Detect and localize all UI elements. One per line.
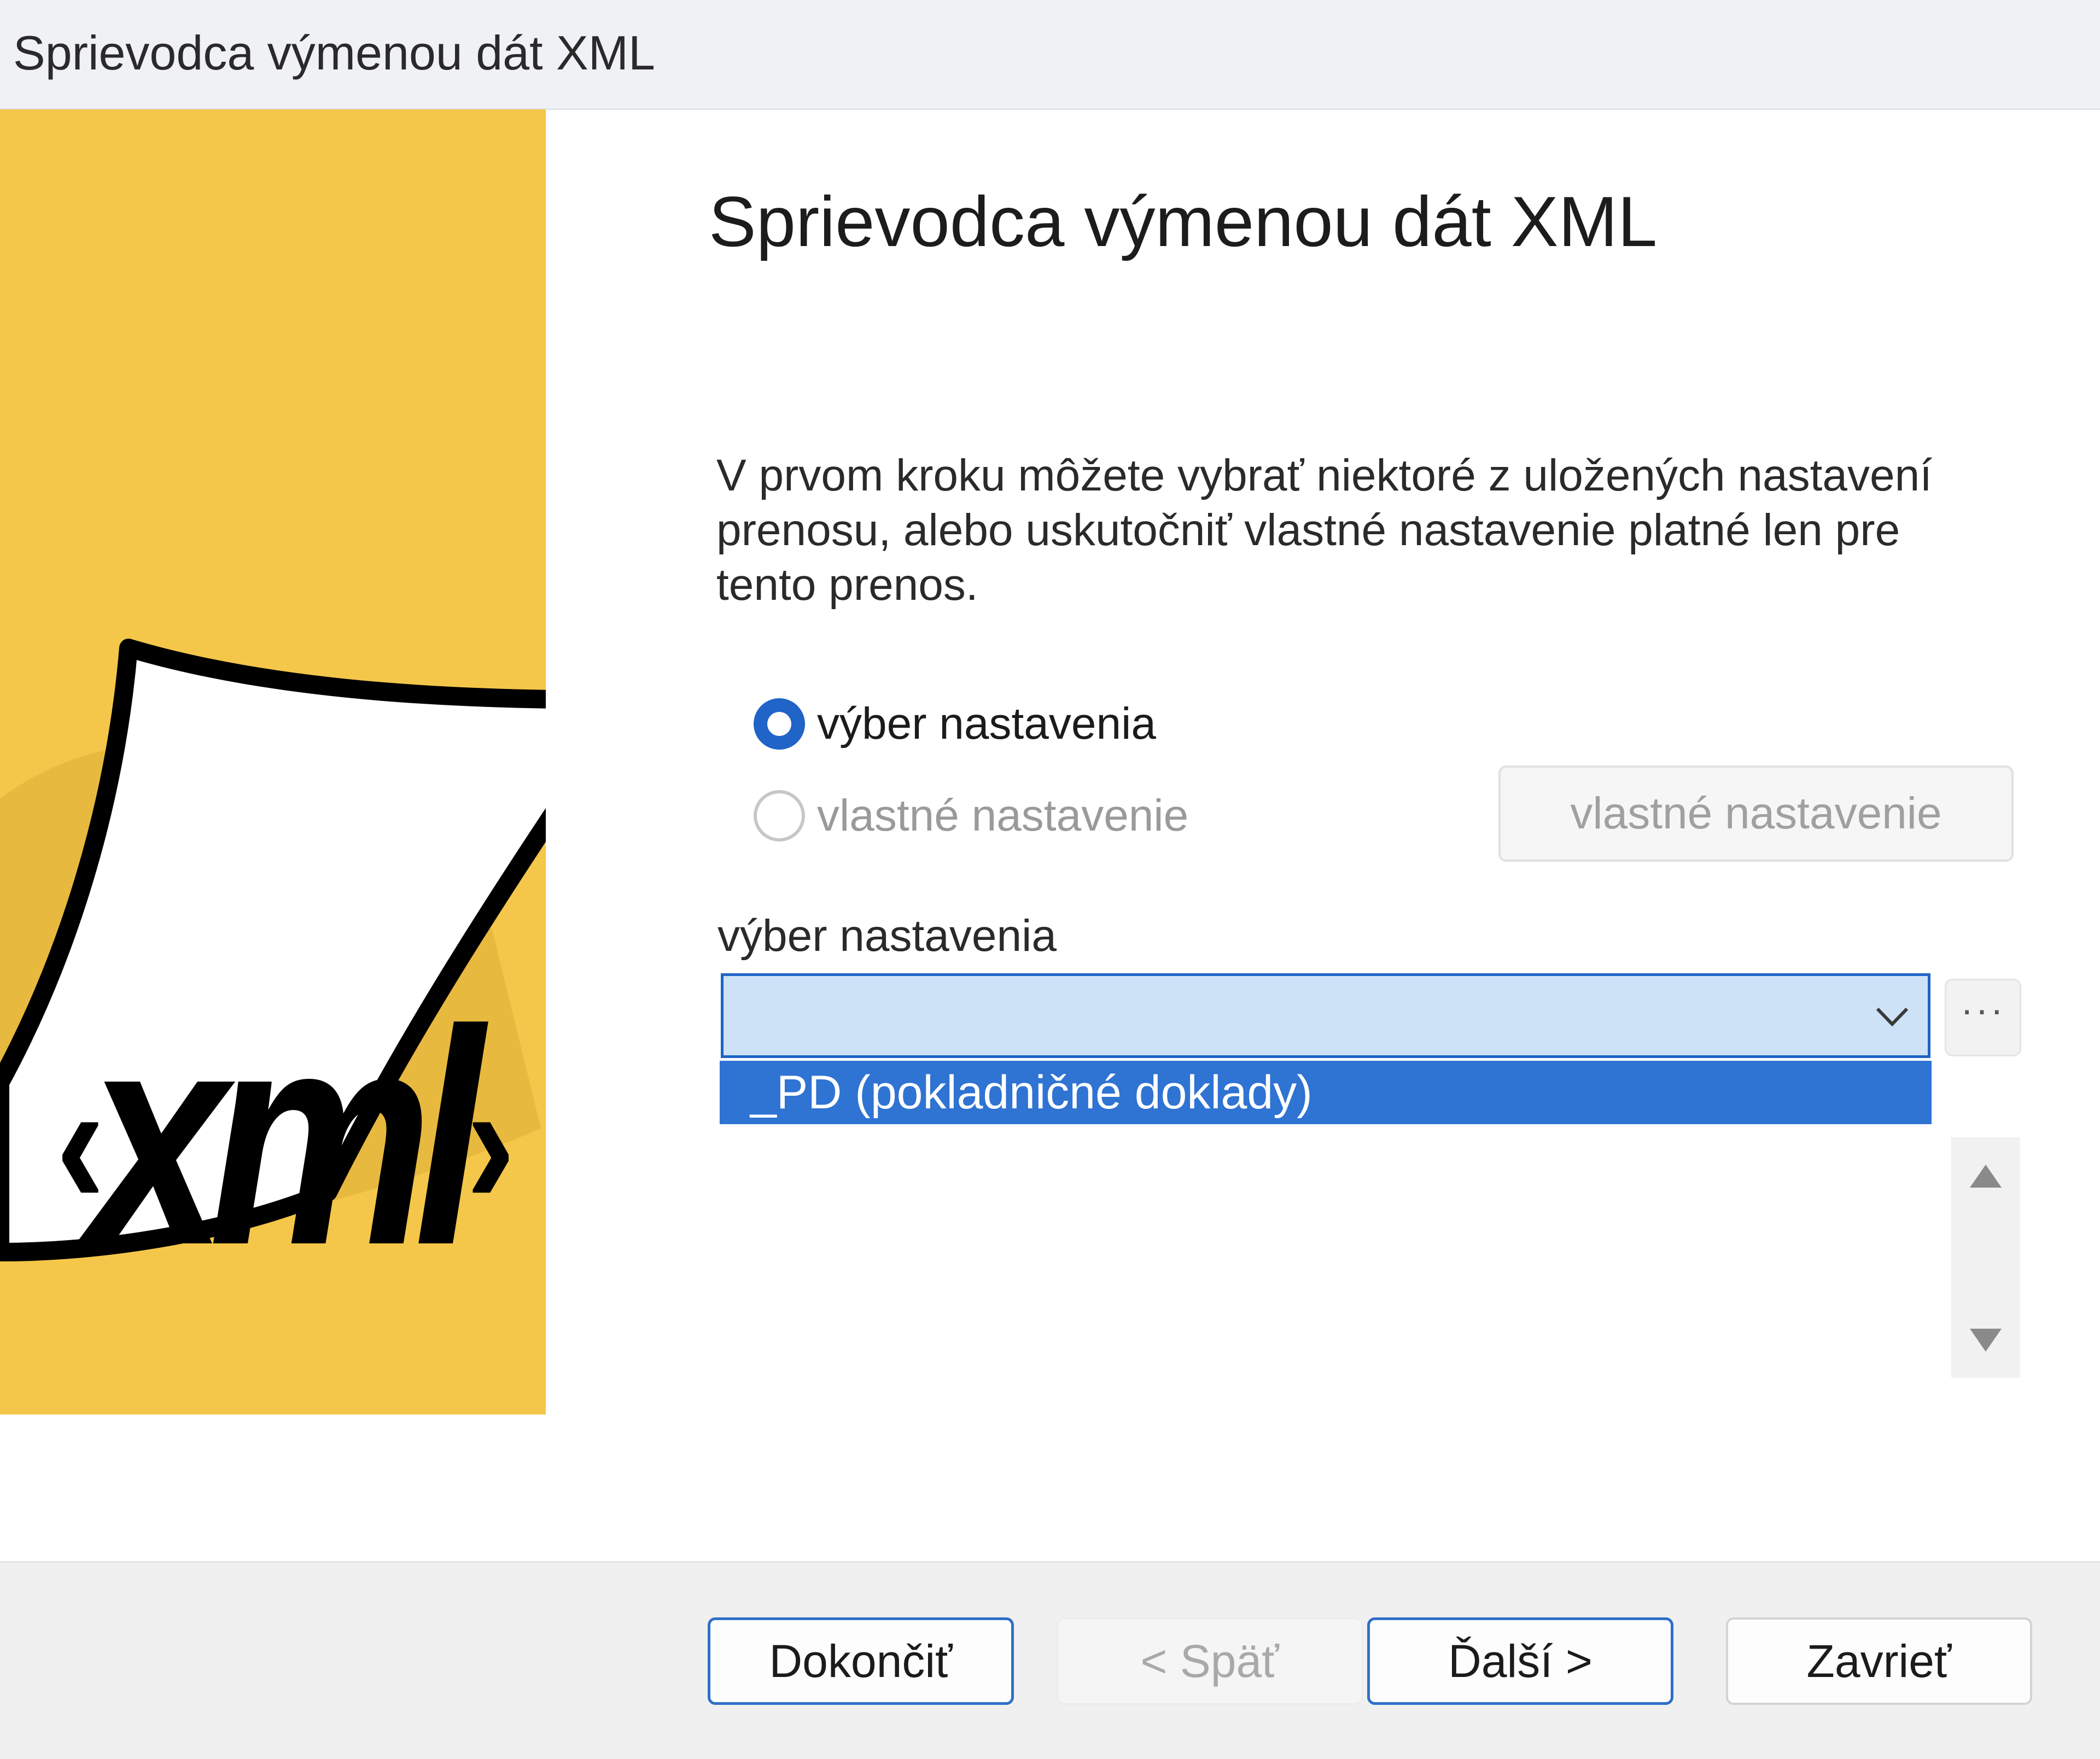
scroll-up-arrow-icon[interactable]	[1968, 1162, 2004, 1190]
xml-illustration-panel: ‹xml›	[0, 109, 546, 1415]
title-bar: Sprievodca výmenou dát XML	[0, 0, 2100, 110]
scroll-down-arrow-icon[interactable]	[1968, 1326, 2004, 1354]
radio-unselected-icon	[754, 790, 805, 841]
custom-setting-button: vlastné nastavenie	[1498, 765, 2014, 862]
xml-logo-left-bracket: ‹	[56, 1042, 105, 1243]
radio-custom-setting-label: vlastné nastavenie	[817, 791, 1189, 840]
back-button: < Späť	[1057, 1617, 1363, 1705]
list-scrollbar[interactable]	[1951, 1137, 2020, 1378]
close-button[interactable]: Zavrieť	[1726, 1617, 2032, 1705]
xml-logo-word: xml	[87, 966, 484, 1308]
browse-ellipsis-button[interactable]: ···	[1945, 979, 2021, 1056]
radio-selected-icon[interactable]	[754, 698, 805, 750]
window-title: Sprievodca výmenou dát XML	[13, 26, 655, 80]
xml-logo-right-bracket: ›	[466, 1042, 515, 1243]
combo-label: výber nastavenia	[718, 911, 1057, 961]
dropdown-item-pd[interactable]: _PD (pokladničné doklady)	[720, 1061, 1932, 1124]
radio-select-setting[interactable]: výber nastavenia	[754, 696, 1156, 752]
setting-combobox[interactable]	[721, 973, 1930, 1058]
page-title: Sprievodca výmenou dát XML	[709, 182, 1658, 261]
radio-select-setting-label: výber nastavenia	[817, 699, 1156, 749]
xml-logo-text: ‹xml›	[56, 984, 515, 1290]
radio-custom-setting: vlastné nastavenie	[754, 787, 1188, 844]
chevron-down-icon[interactable]	[1873, 997, 1911, 1035]
intro-text: V prvom kroku môžete vybrať niektoré z u…	[716, 451, 1933, 610]
next-button[interactable]: Ďalší >	[1367, 1617, 1673, 1705]
finish-button[interactable]: Dokončiť	[708, 1617, 1014, 1705]
